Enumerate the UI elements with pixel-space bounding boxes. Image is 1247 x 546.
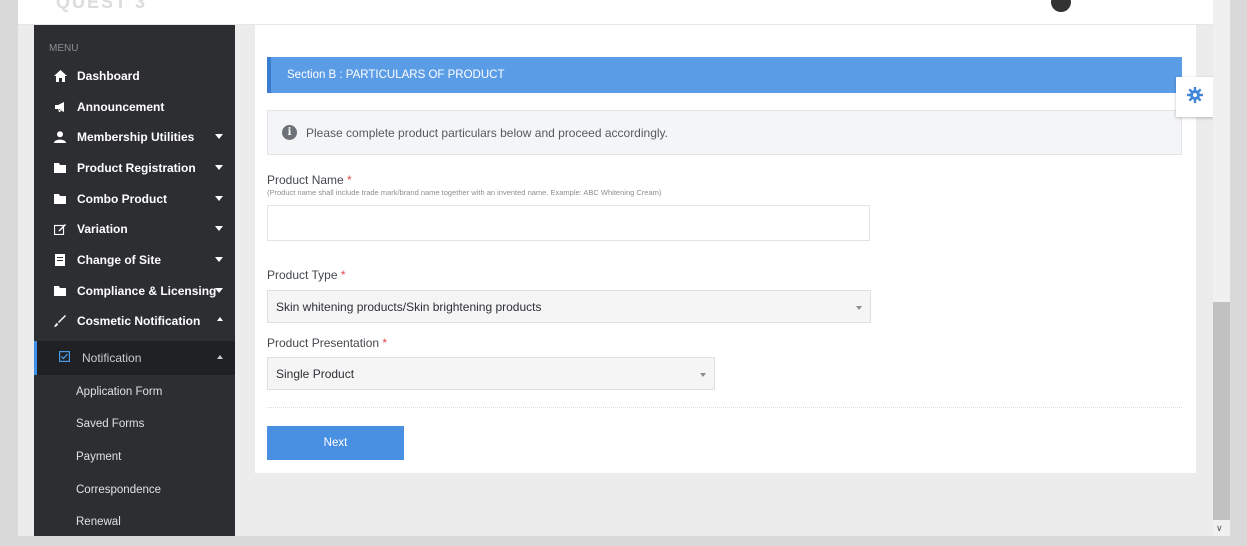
sidebar-item-label: Variation	[77, 222, 128, 236]
product-presentation-selected: Single Product	[276, 366, 355, 381]
chevron-down-icon	[856, 306, 862, 310]
product-presentation-select[interactable]: Single Product	[267, 357, 715, 390]
sidebar-item-label: Product Registration	[77, 161, 196, 175]
product-name-input[interactable]	[267, 205, 870, 241]
sidebar-item-product-registration[interactable]: Product Registration	[34, 153, 235, 183]
sidebar-item-announcement[interactable]: Announcement	[34, 92, 235, 122]
check-square-icon	[59, 351, 71, 365]
info-notice: i Please complete product particulars be…	[267, 110, 1182, 155]
scrollbar-thumb[interactable]	[1213, 302, 1230, 520]
sidebar-item-label: Announcement	[77, 100, 165, 114]
sidebar-subitem-payment[interactable]: Payment	[34, 441, 235, 473]
info-text: Please complete product particulars belo…	[306, 125, 668, 140]
brush-icon	[53, 314, 67, 328]
menu-heading: MENU	[49, 43, 79, 54]
home-icon	[53, 69, 67, 83]
sidebar-item-combo-product[interactable]: Combo Product	[34, 184, 235, 214]
form-divider	[267, 407, 1182, 408]
sidebar-item-label: Cosmetic Notification	[77, 314, 201, 328]
product-name-hint: (Product name shall include trade mark/b…	[267, 188, 662, 197]
chevron-down-icon	[215, 226, 223, 231]
document-icon	[53, 253, 67, 267]
sidebar-item-change-of-site[interactable]: Change of Site	[34, 245, 235, 275]
scroll-down-icon[interactable]: ∨	[1216, 523, 1223, 534]
chevron-up-icon	[217, 355, 223, 359]
app-logo: QUEST 3	[56, 0, 148, 12]
settings-button[interactable]	[1176, 77, 1214, 117]
bullhorn-icon	[53, 100, 67, 114]
chevron-down-icon	[215, 165, 223, 170]
sidebar: MENU Dashboard Announcement Membership U…	[34, 25, 235, 536]
user-avatar[interactable]	[1051, 0, 1071, 12]
sidebar-item-cosmetic-notification[interactable]: Cosmetic Notification	[34, 306, 235, 336]
sidebar-subitem-application-form[interactable]: Application Form	[34, 376, 235, 408]
required-mark: *	[340, 268, 346, 282]
sidebar-subitem-correspondence[interactable]: Correspondence	[34, 474, 235, 506]
required-mark: *	[347, 173, 352, 187]
chevron-down-icon	[700, 373, 706, 377]
sidebar-item-label: Notification	[82, 351, 142, 365]
edit-icon	[53, 222, 67, 236]
product-presentation-label: Product Presentation *	[267, 336, 388, 350]
sidebar-item-label: Change of Site	[77, 253, 162, 267]
folder-icon	[53, 284, 67, 298]
sidebar-item-notification[interactable]: Notification	[34, 341, 235, 375]
sidebar-subitem-saved-forms[interactable]: Saved Forms	[34, 408, 235, 440]
main-panel: Section B : PARTICULARS OF PRODUCT i Ple…	[255, 25, 1196, 473]
sidebar-subitem-renewal[interactable]: Renewal	[34, 506, 235, 538]
product-name-label: Product Name *	[267, 173, 352, 187]
user-icon	[53, 130, 67, 144]
product-type-label: Product Type *	[267, 268, 346, 282]
product-type-select[interactable]: Skin whitening products/Skin brightening…	[267, 290, 871, 323]
info-icon: i	[282, 125, 297, 140]
product-type-selected: Skin whitening products/Skin brightening…	[276, 299, 542, 314]
sidebar-item-compliance-licensing[interactable]: Compliance & Licensing	[34, 276, 235, 306]
section-header: Section B : PARTICULARS OF PRODUCT	[267, 57, 1182, 93]
folder-icon	[53, 161, 67, 175]
chevron-up-icon	[217, 317, 223, 321]
sidebar-item-membership-utilities[interactable]: Membership Utilities	[34, 122, 235, 152]
folder-icon	[53, 192, 67, 206]
sidebar-item-variation[interactable]: Variation	[34, 214, 235, 244]
sidebar-item-dashboard[interactable]: Dashboard	[34, 61, 235, 91]
sidebar-item-label: Membership Utilities	[77, 130, 195, 144]
next-button[interactable]: Next	[267, 426, 404, 460]
chevron-down-icon	[215, 134, 223, 139]
top-header: QUEST 3	[18, 0, 1213, 25]
required-mark: *	[382, 336, 388, 350]
gear-icon	[1187, 86, 1203, 108]
chevron-down-icon	[215, 196, 223, 201]
sidebar-item-label: Compliance & Licensing	[77, 284, 217, 298]
chevron-down-icon	[215, 257, 223, 262]
sidebar-item-label: Dashboard	[77, 69, 140, 83]
sidebar-item-label: Combo Product	[77, 192, 167, 206]
chevron-down-icon	[215, 288, 223, 293]
